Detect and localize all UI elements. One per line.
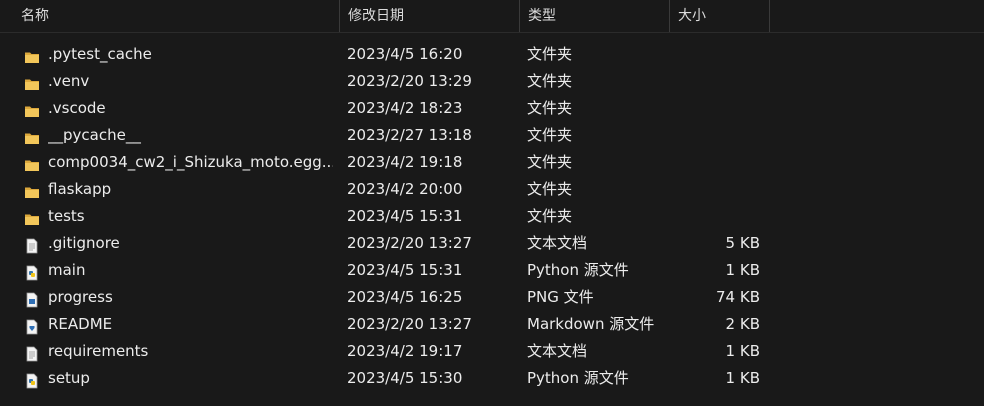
file-type: 文件夹 <box>527 153 573 171</box>
file-row[interactable]: tests 2023/4/5 15:31 文件夹 <box>0 203 984 230</box>
file-modified-date: 2023/2/27 13:18 <box>347 126 472 144</box>
folder-icon <box>24 155 40 171</box>
file-row[interactable]: .venv 2023/2/20 13:29 文件夹 <box>0 68 984 95</box>
file-row[interactable]: flaskapp 2023/4/2 20:00 文件夹 <box>0 176 984 203</box>
column-header-bar: 名称 ⌃ 修改日期 类型 大小 <box>0 0 984 33</box>
file-modified-date: 2023/4/2 20:00 <box>347 180 463 198</box>
file-size: 5 KB <box>725 234 760 252</box>
file-name: tests <box>48 207 85 225</box>
file-modified-date: 2023/4/5 15:31 <box>347 261 463 279</box>
file-size: 74 KB <box>716 288 760 306</box>
file-modified-date: 2023/2/20 13:27 <box>347 315 472 333</box>
file-name: setup <box>48 369 90 387</box>
column-header-date-label: 修改日期 <box>348 8 404 24</box>
file-row[interactable]: __pycache__ 2023/2/27 13:18 文件夹 <box>0 122 984 149</box>
file-size: 1 KB <box>725 369 760 387</box>
file-modified-date: 2023/4/2 18:23 <box>347 99 463 117</box>
file-row[interactable]: requirements 2023/4/2 19:17 文本文档 1 KB <box>0 338 984 365</box>
file-size: 2 KB <box>725 315 760 333</box>
text-file-icon <box>24 236 40 254</box>
column-header-name[interactable]: 名称 ⌃ <box>13 0 340 32</box>
file-type: Markdown 源文件 <box>527 315 655 333</box>
file-modified-date: 2023/4/5 16:25 <box>347 288 463 306</box>
file-type: 文件夹 <box>527 207 573 225</box>
file-modified-date: 2023/4/2 19:18 <box>347 153 463 171</box>
file-name: progress <box>48 288 113 306</box>
file-modified-date: 2023/4/2 19:17 <box>347 342 463 360</box>
python-file-icon <box>24 371 40 389</box>
file-name: .venv <box>48 72 90 90</box>
file-name: flaskapp <box>48 180 112 198</box>
folder-icon <box>24 182 40 198</box>
file-modified-date: 2023/4/5 16:20 <box>347 45 463 63</box>
file-type: 文件夹 <box>527 45 573 63</box>
file-size: 1 KB <box>725 261 760 279</box>
file-modified-date: 2023/4/5 15:31 <box>347 207 463 225</box>
file-row[interactable]: setup 2023/4/5 15:30 Python 源文件 1 KB <box>0 365 984 392</box>
file-row[interactable]: progress 2023/4/5 16:25 PNG 文件 74 KB <box>0 284 984 311</box>
file-explorer: 名称 ⌃ 修改日期 类型 大小 .pytest_cache 2023/4/5 16… <box>0 0 984 406</box>
file-type: 文本文档 <box>527 342 588 360</box>
python-file-icon <box>24 263 40 281</box>
file-row[interactable]: .pytest_cache 2023/4/5 16:20 文件夹 <box>0 41 984 68</box>
file-name: .gitignore <box>48 234 120 252</box>
file-modified-date: 2023/4/5 15:30 <box>347 369 463 387</box>
column-header-name-label: 名称 <box>21 8 49 24</box>
column-header-date[interactable]: 修改日期 <box>340 0 520 32</box>
file-name: requirements <box>48 342 149 360</box>
column-header-type[interactable]: 类型 <box>520 0 670 32</box>
file-type: PNG 文件 <box>527 288 594 306</box>
markdown-file-icon <box>24 317 40 335</box>
folder-icon <box>24 101 40 117</box>
file-type: 文件夹 <box>527 99 573 117</box>
column-header-size-label: 大小 <box>678 8 706 24</box>
file-type: 文本文档 <box>527 234 588 252</box>
file-type: 文件夹 <box>527 126 573 144</box>
file-type: Python 源文件 <box>527 261 629 279</box>
file-type: Python 源文件 <box>527 369 629 387</box>
file-row[interactable]: README 2023/2/20 13:27 Markdown 源文件 2 KB <box>0 311 984 338</box>
image-file-icon <box>24 290 40 308</box>
file-modified-date: 2023/2/20 13:29 <box>347 72 472 90</box>
file-size: 1 KB <box>725 342 760 360</box>
file-name: README <box>48 315 113 333</box>
text-file-icon <box>24 344 40 362</box>
file-row[interactable]: comp0034_cw2_i_Shizuka_moto.egg... 2023/4… <box>0 149 984 176</box>
folder-icon <box>24 47 40 63</box>
file-row[interactable]: main 2023/4/5 15:31 Python 源文件 1 KB <box>0 257 984 284</box>
file-name: main <box>48 261 86 279</box>
file-row[interactable]: .gitignore 2023/2/20 13:27 文本文档 5 KB <box>0 230 984 257</box>
file-type: 文件夹 <box>527 72 573 90</box>
column-header-size[interactable]: 大小 <box>670 0 770 32</box>
file-name: comp0034_cw2_i_Shizuka_moto.egg... <box>48 153 333 171</box>
folder-icon <box>24 209 40 225</box>
file-name: .pytest_cache <box>48 45 152 63</box>
file-name: __pycache__ <box>48 126 141 144</box>
file-list: .pytest_cache 2023/4/5 16:20 文件夹 .venv 2023/… <box>0 41 984 392</box>
file-name: .vscode <box>48 99 106 117</box>
file-row[interactable]: .vscode 2023/4/2 18:23 文件夹 <box>0 95 984 122</box>
column-header-type-label: 类型 <box>528 8 556 24</box>
folder-icon <box>24 128 40 144</box>
file-type: 文件夹 <box>527 180 573 198</box>
file-modified-date: 2023/2/20 13:27 <box>347 234 472 252</box>
folder-icon <box>24 74 40 90</box>
sort-up-icon: ⌃ <box>185 0 193 4</box>
